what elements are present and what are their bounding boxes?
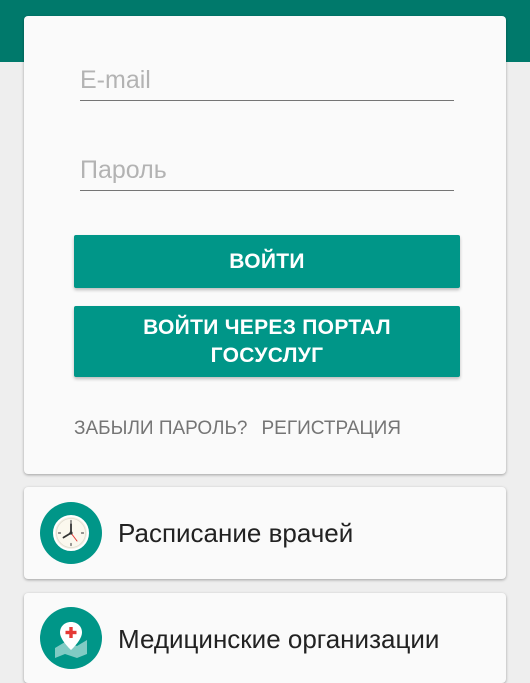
email-field[interactable] bbox=[80, 60, 454, 101]
password-input[interactable] bbox=[80, 150, 454, 190]
gosuslugi-login-button[interactable]: ВОЙТИ ЧЕРЕЗ ПОРТАЛ ГОСУСЛУГ bbox=[74, 306, 460, 377]
menu-item-medical-organizations[interactable]: Медицинские организации bbox=[24, 593, 506, 683]
menu-item-doctor-schedule[interactable]: Расписание врачей bbox=[24, 487, 506, 579]
password-field[interactable] bbox=[80, 150, 454, 191]
map-pin-medical-icon bbox=[40, 607, 102, 669]
auth-links: ЗАБЫЛИ ПАРОЛЬ? РЕГИСТРАЦИЯ bbox=[74, 418, 401, 440]
clock-icon bbox=[40, 502, 102, 564]
login-button[interactable]: ВОЙТИ bbox=[74, 235, 460, 288]
register-link[interactable]: РЕГИСТРАЦИЯ bbox=[262, 418, 402, 440]
login-button-label: ВОЙТИ bbox=[229, 249, 305, 273]
menu-item-label: Расписание врачей bbox=[118, 518, 354, 548]
email-input[interactable] bbox=[80, 60, 454, 100]
gosuslugi-button-label: ВОЙТИ ЧЕРЕЗ ПОРТАЛ ГОСУСЛУГ bbox=[143, 315, 391, 367]
menu-item-label: Медицинские организации bbox=[118, 624, 440, 654]
forgot-password-link[interactable]: ЗАБЫЛИ ПАРОЛЬ? bbox=[74, 418, 248, 440]
login-card: ВОЙТИ ВОЙТИ ЧЕРЕЗ ПОРТАЛ ГОСУСЛУГ ЗАБЫЛИ… bbox=[24, 16, 506, 474]
